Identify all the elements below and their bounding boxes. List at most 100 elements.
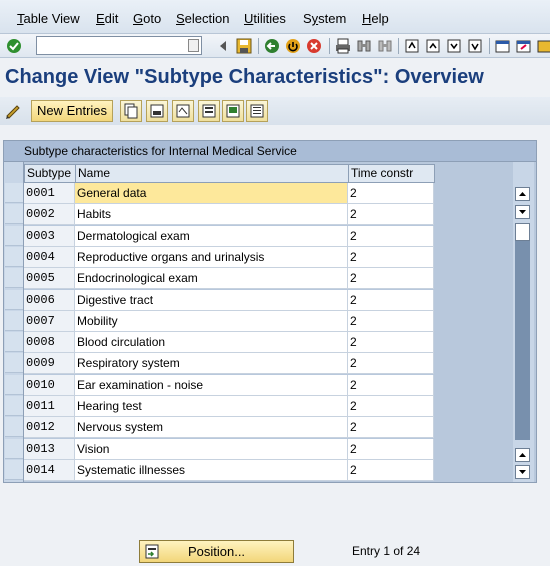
- menu-bar: Table View Edit Goto Selection Utilities…: [0, 0, 550, 34]
- cell-name: Reproductive organs and urinalysis: [75, 246, 348, 268]
- menu-table-view[interactable]: Table View: [17, 11, 80, 26]
- find-next-icon[interactable]: [377, 38, 393, 54]
- display-change-icon[interactable]: [5, 103, 21, 119]
- row-selector[interactable]: [5, 289, 23, 310]
- scroll-up-icon[interactable]: [515, 205, 530, 219]
- cell-name: Nervous system: [75, 417, 348, 439]
- cell-time-constr[interactable]: 2: [348, 374, 434, 396]
- undo-change-button[interactable]: [172, 100, 194, 122]
- cell-subtype: 0004: [24, 246, 75, 268]
- scroll-page-down-icon[interactable]: [515, 448, 530, 462]
- menu-system[interactable]: System: [303, 11, 346, 26]
- cell-name: Vision: [75, 438, 348, 460]
- column-header-subtype[interactable]: Subtype: [24, 164, 76, 183]
- find-icon[interactable]: [356, 38, 372, 54]
- cell-time-constr[interactable]: 2: [348, 183, 434, 204]
- position-button[interactable]: Position...: [139, 540, 294, 563]
- cell-time-constr[interactable]: 2: [348, 289, 434, 311]
- row-selector[interactable]: [5, 246, 23, 267]
- back-icon[interactable]: [264, 38, 280, 54]
- menu-selection[interactable]: Selection: [176, 11, 229, 26]
- cell-time-constr[interactable]: 2: [348, 310, 434, 332]
- row-selector[interactable]: [5, 438, 23, 459]
- cell-subtype: 0006: [24, 289, 75, 311]
- row-selector[interactable]: [5, 417, 23, 438]
- command-field[interactable]: [36, 36, 202, 55]
- cell-name: Blood circulation: [75, 332, 348, 354]
- cell-time-constr[interactable]: 2: [348, 396, 434, 417]
- command-input[interactable]: [37, 37, 177, 54]
- new-entries-button[interactable]: New Entries: [31, 100, 113, 122]
- row-selector[interactable]: [5, 353, 23, 374]
- shortcut-icon[interactable]: [516, 38, 532, 54]
- row-selector[interactable]: [5, 268, 23, 289]
- save-icon[interactable]: [236, 38, 252, 54]
- cell-time-constr[interactable]: 2: [348, 225, 434, 247]
- command-history-icon[interactable]: [188, 39, 199, 52]
- layout-menu-icon[interactable]: [537, 38, 550, 54]
- cell-time-constr[interactable]: 2: [348, 268, 434, 290]
- column-header-name[interactable]: Name: [75, 164, 349, 183]
- delete-button[interactable]: [146, 100, 168, 122]
- last-page-icon[interactable]: [467, 38, 483, 54]
- scroll-down-icon[interactable]: [515, 465, 530, 479]
- row-selector[interactable]: [5, 204, 23, 225]
- row-selector[interactable]: [5, 459, 23, 480]
- cell-name: Habits: [75, 204, 348, 226]
- cell-time-constr[interactable]: 2: [348, 204, 434, 226]
- row-selector[interactable]: [5, 183, 23, 203]
- page-title: Change View "Subtype Characteristics": O…: [5, 66, 484, 88]
- new-session-icon[interactable]: [495, 38, 511, 54]
- row-selector[interactable]: [5, 225, 23, 246]
- cell-subtype: 0002: [24, 204, 75, 226]
- cell-subtype: 0003: [24, 225, 75, 247]
- next-page-icon[interactable]: [446, 38, 462, 54]
- first-page-icon[interactable]: [404, 38, 420, 54]
- table-title: Subtype characteristics for Internal Med…: [4, 141, 536, 162]
- previous-page-icon[interactable]: [425, 38, 441, 54]
- cell-name: Dermatological exam: [75, 225, 348, 247]
- cell-time-constr[interactable]: 2: [348, 438, 434, 460]
- select-block-icon: [226, 104, 240, 118]
- collapse-arrow-icon[interactable]: [215, 38, 231, 54]
- cell-name: Endocrinological exam: [75, 268, 348, 290]
- scroll-track[interactable]: [515, 223, 530, 440]
- exit-icon[interactable]: [285, 38, 301, 54]
- select-block-button[interactable]: [222, 100, 244, 122]
- print-icon[interactable]: [335, 38, 351, 54]
- scroll-page-up-icon[interactable]: [515, 187, 530, 201]
- menu-goto[interactable]: Goto: [133, 11, 161, 26]
- copy-as-button[interactable]: [120, 100, 142, 122]
- cancel-icon[interactable]: [306, 38, 322, 54]
- row-selector[interactable]: [5, 332, 23, 353]
- standard-toolbar: [0, 34, 550, 58]
- cell-subtype: 0011: [24, 396, 75, 417]
- cell-time-constr[interactable]: 2: [348, 353, 434, 375]
- scroll-thumb[interactable]: [515, 223, 530, 241]
- deselect-all-icon: [250, 104, 264, 118]
- row-selector[interactable]: [5, 374, 23, 395]
- deselect-all-button[interactable]: [246, 100, 268, 122]
- row-selector[interactable]: [5, 310, 23, 331]
- cell-time-constr[interactable]: 2: [348, 417, 434, 439]
- cell-time-constr[interactable]: 2: [348, 332, 434, 354]
- row-selector[interactable]: [5, 396, 23, 416]
- cell-name: Digestive tract: [75, 289, 348, 311]
- cell-time-constr[interactable]: 2: [348, 459, 434, 481]
- cell-subtype: 0001: [24, 183, 75, 204]
- menu-utilities[interactable]: Utilities: [244, 11, 286, 26]
- enter-checkmark-icon[interactable]: [6, 38, 22, 54]
- menu-help[interactable]: Help: [362, 11, 389, 26]
- position-icon: [145, 544, 159, 559]
- column-header-time-constr[interactable]: Time constr: [348, 164, 435, 183]
- undo-icon: [176, 104, 190, 118]
- table-control: Subtype characteristics for Internal Med…: [3, 140, 537, 483]
- select-all-button[interactable]: [198, 100, 220, 122]
- cell-time-constr[interactable]: 2: [348, 246, 434, 268]
- cell-subtype: 0014: [24, 459, 75, 481]
- cell-subtype: 0013: [24, 438, 75, 460]
- select-all-icon: [202, 104, 216, 118]
- menu-edit[interactable]: Edit: [96, 11, 118, 26]
- cell-name: Mobility: [75, 310, 348, 332]
- vertical-scrollbar[interactable]: [513, 162, 534, 482]
